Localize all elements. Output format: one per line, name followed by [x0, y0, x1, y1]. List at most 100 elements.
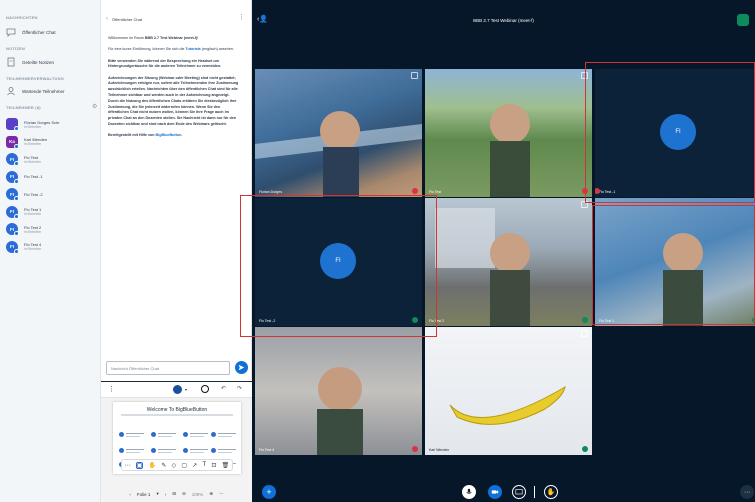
feature-line	[218, 433, 236, 435]
bbb-logo-icon	[173, 385, 182, 394]
powered-by-end: .	[181, 133, 183, 138]
slide-subtitle-line	[121, 414, 233, 416]
feature-line	[218, 435, 232, 437]
user-list-panel: NACHRICHTEN Öffentlicher Chat NOTIZEN Ge…	[0, 0, 101, 502]
feature-icon	[183, 448, 188, 453]
tutorial-text-end: (englisch) ansehen.	[200, 47, 234, 52]
participant-role: im Betreiber	[24, 142, 42, 146]
chat-welcome-message: Willkommen im Raum BBB 2.7 Test Webinar …	[108, 36, 240, 145]
actions-button[interactable]: +	[262, 485, 276, 499]
status-dot	[14, 126, 19, 131]
participant-role: im Betreiber	[24, 159, 42, 164]
zoom-out-icon[interactable]: ⊖	[182, 491, 186, 497]
avatar	[6, 118, 19, 131]
arrow-tool-icon[interactable]: ↗	[192, 462, 197, 469]
zoom-level[interactable]: 100%	[192, 492, 204, 497]
eraser-tool-icon[interactable]: ◇	[172, 462, 177, 469]
text-tool-icon[interactable]: T	[203, 462, 207, 468]
video-tile[interactable]: Florian Dorges	[255, 69, 422, 197]
plus-icon: +	[266, 487, 272, 497]
top-bar: ‹👤 BBB 2.7 Test Webinar (meet-f)	[252, 0, 755, 40]
chevron-left-icon[interactable]: ‹	[106, 16, 108, 22]
banana-image	[449, 386, 566, 425]
waiting-users-item[interactable]: Wartende Teilnehmer	[6, 86, 65, 96]
video-tile[interactable]: Flo Test	[425, 69, 592, 197]
presentation-toolbar: ⋮ ▾ ↶ ↷	[101, 382, 252, 398]
more-options-icon[interactable]: ⋮	[108, 385, 115, 393]
welcome-room-name: BBB 2.7 Test Webinar (meet-f)	[144, 36, 198, 40]
microphone-icon	[466, 488, 472, 494]
screen-share-icon	[515, 489, 523, 495]
feature-line	[190, 449, 208, 451]
feature-icon	[151, 448, 156, 453]
video-tile[interactable]: Flo Test 4	[255, 327, 422, 455]
participant-item[interactable]: FI Flo Test -2	[6, 186, 43, 202]
participant-item[interactable]: Ka Karl Wenden im Betreiber	[6, 134, 47, 150]
feature-icon	[119, 448, 124, 453]
tile-label: Flo Test 4	[259, 448, 275, 452]
camera-button[interactable]	[488, 485, 502, 499]
video-tile[interactable]: Karl Wenden	[425, 327, 592, 455]
participant-item[interactable]: FI Flo Test im Betreiber	[6, 151, 41, 167]
microphone-button[interactable]	[462, 485, 476, 499]
bridge-background	[255, 111, 422, 197]
redo-icon[interactable]: ↷	[237, 385, 242, 392]
participant-item[interactable]: FI Flo Test 4 im Betreiber	[6, 239, 41, 255]
feature-icon	[151, 432, 156, 437]
avatar: Ka	[6, 135, 19, 149]
participant-item[interactable]: FI Flo Test 1 im Betreiber	[6, 204, 41, 220]
public-chat-item[interactable]: Öffentlicher Chat	[6, 27, 56, 37]
feature-line	[190, 433, 208, 435]
video-tile[interactable]: Flo Test 2	[425, 198, 592, 326]
more-options-icon[interactable]: ⋮	[238, 13, 245, 21]
chevron-down-icon[interactable]: ▾	[156, 491, 158, 497]
drawing-toolbar: ⋯ ▣ ✋ ✎ ◇ ▢ ↗ T ⊡ 🗑	[121, 459, 233, 471]
feature-line	[158, 435, 172, 437]
feature-line	[190, 451, 204, 453]
expand-icon[interactable]	[581, 330, 588, 337]
delete-icon[interactable]: 🗑	[222, 462, 230, 469]
raise-hand-button[interactable]: ✋	[544, 485, 558, 499]
status-dot	[14, 231, 19, 236]
slide-feature-item	[119, 448, 147, 454]
next-slide-icon[interactable]: ›	[165, 492, 167, 497]
zoom-in-icon[interactable]: ⊕	[209, 491, 213, 497]
participant-name: Flo Test -2	[24, 191, 43, 197]
feature-line	[126, 449, 144, 451]
gear-icon[interactable]: ⚙	[92, 103, 97, 110]
status-dot	[14, 248, 19, 254]
more-options-icon[interactable]: ⋯	[219, 491, 224, 497]
slide-page-select[interactable]: Folie 1	[137, 492, 151, 497]
hand-tool-icon[interactable]: ✋	[149, 462, 156, 469]
screenshare-button[interactable]	[512, 485, 526, 499]
status-dot	[14, 143, 19, 149]
connection-status-icon[interactable]	[737, 14, 749, 26]
participant-item[interactable]: FI Flo Test 2 im Betreiber	[6, 221, 41, 237]
more-tools-icon[interactable]: ⋯	[125, 462, 131, 469]
note-tool-icon[interactable]: ⊡	[211, 462, 216, 469]
camera-icon	[491, 490, 499, 494]
fit-width-icon[interactable]: ⊟	[172, 491, 176, 497]
notes-icon	[7, 57, 15, 67]
undo-icon[interactable]: ↶	[221, 385, 226, 392]
pencil-tool-icon[interactable]: ✎	[161, 462, 166, 469]
dots-icon: ⋯	[744, 489, 750, 496]
select-tool-icon[interactable]: ▣	[135, 461, 144, 469]
send-button[interactable]	[235, 361, 248, 374]
options-button[interactable]: ⋯	[740, 485, 754, 499]
rectangle-tool-icon[interactable]: ▢	[181, 462, 187, 469]
chat-header[interactable]: ‹ Öffentlicher Chat	[101, 12, 252, 26]
circle-tool-icon[interactable]	[201, 385, 209, 393]
bigbluebutton-link[interactable]: BigBlueButton	[156, 133, 182, 137]
previous-slide-icon[interactable]: ‹	[129, 492, 131, 497]
participant-role: im Betreiber	[24, 124, 42, 129]
participant-item[interactable]: FI Flo Test -1	[6, 169, 43, 185]
chat-message-input[interactable]: Nachricht Öffentlicher Chat	[106, 361, 230, 375]
shared-notes-item[interactable]: Geteilte Notizen	[6, 57, 54, 67]
tutorial-text: Für eine kurze Einführung, können Sie si…	[108, 47, 186, 52]
participant-item[interactable]: Florian Dorges Schr im Betreiber	[6, 116, 60, 132]
chat-bubble-icon	[6, 28, 16, 37]
participant-role: im Betreiber	[24, 212, 42, 216]
expand-icon[interactable]	[411, 72, 418, 79]
tutorials-link[interactable]: Tutorials	[185, 47, 200, 51]
